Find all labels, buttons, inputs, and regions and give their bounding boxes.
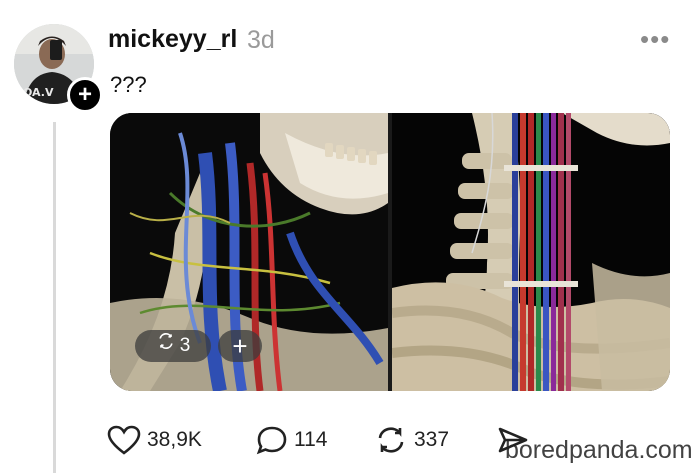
repost-icon xyxy=(378,427,404,453)
heart-icon xyxy=(107,425,141,455)
repost-count: 337 xyxy=(414,428,450,451)
media-repost-pill[interactable]: 3 xyxy=(135,330,211,362)
more-dots-icon[interactable]: ••• xyxy=(640,24,670,55)
follow-button[interactable]: + xyxy=(67,77,103,113)
like-count: 38,9K xyxy=(147,428,202,451)
reply-count: 114 xyxy=(294,428,328,451)
media-repost-count: 3 xyxy=(179,335,191,357)
anatomy-image-right[interactable] xyxy=(392,113,670,391)
avatar-shirt-text: OA.V xyxy=(23,86,54,99)
like-button[interactable]: 38,9K xyxy=(107,424,202,456)
thread-line xyxy=(53,122,56,473)
reply-button[interactable]: 114 xyxy=(256,424,327,456)
comment-icon xyxy=(256,426,287,455)
post-caption: ??? xyxy=(110,72,147,97)
username[interactable]: mickeyy_rl xyxy=(108,25,237,54)
repost-button[interactable]: 337 xyxy=(374,424,449,456)
timestamp: 3d xyxy=(247,26,275,54)
media-add-button[interactable]: + xyxy=(218,330,262,362)
watermark: boredpanda.com xyxy=(505,436,693,464)
repost-icon xyxy=(156,330,176,362)
